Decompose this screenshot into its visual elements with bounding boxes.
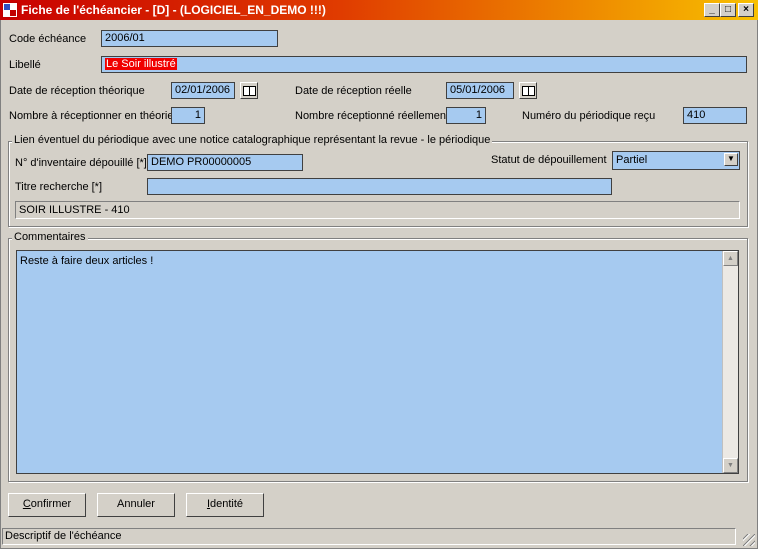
status-bar: Descriptif de l'échéance <box>2 528 736 545</box>
statut-select[interactable]: Partiel ▼ <box>612 151 740 170</box>
calendar-reelle-button[interactable] <box>519 82 537 99</box>
numero-periodique-label: Numéro du périodique reçu <box>522 110 656 122</box>
libelle-label: Libellé <box>9 59 41 71</box>
commentaires-text: Reste à faire deux articles ! <box>20 255 154 267</box>
code-echeance-label: Code échéance <box>9 33 87 45</box>
statut-value: Partiel <box>616 154 648 166</box>
chevron-down-icon[interactable]: ▼ <box>724 153 738 166</box>
numero-periodique-field[interactable]: 410 <box>683 107 747 124</box>
inventaire-label: N° d'inventaire dépouillé [*] <box>15 157 147 169</box>
resize-grip-icon[interactable] <box>743 534 755 546</box>
date-theorique-field[interactable]: 02/01/2006 <box>171 82 235 99</box>
date-theorique-label: Date de réception théorique <box>9 85 145 97</box>
maximize-button[interactable]: □ <box>720 3 736 17</box>
confirmer-accel: C <box>22 498 31 510</box>
identite-button[interactable]: Identité <box>186 493 264 517</box>
nombre-reel-field[interactable]: 1 <box>446 107 486 124</box>
statut-label: Statut de dépouillement <box>491 154 607 166</box>
titre-field[interactable] <box>147 178 612 195</box>
annuler-button[interactable]: Annuler <box>97 493 175 517</box>
commentaires-textarea[interactable]: Reste à faire deux articles ! ▲ ▼ <box>16 250 739 474</box>
close-button[interactable]: × <box>738 3 754 17</box>
calendar-theorique-button[interactable] <box>240 82 258 99</box>
libelle-field[interactable]: Le Soir illustré <box>101 56 747 73</box>
nombre-reel-label: Nombre réceptionné réellement <box>295 110 450 122</box>
calendar-icon-page <box>528 86 535 96</box>
inventaire-field[interactable]: DEMO PR00000005 <box>147 154 303 171</box>
scroll-up-icon[interactable]: ▲ <box>723 251 738 266</box>
notice-info: SOIR ILLUSTRE - 410 <box>15 201 740 219</box>
title-bar[interactable]: Fiche de l'échéancier - [D] - (LOGICIEL_… <box>0 0 758 20</box>
vertical-scrollbar[interactable]: ▲ ▼ <box>722 251 738 473</box>
minimize-button[interactable]: _ <box>704 3 720 17</box>
nombre-theorie-label: Nombre à réceptionner en théorie <box>9 110 174 122</box>
commentaires-legend: Commentaires <box>12 231 88 243</box>
calendar-icon-page <box>249 86 256 96</box>
confirmer-button[interactable]: Confirmer <box>8 493 86 517</box>
lien-legend: Lien éventuel du périodique avec une not… <box>12 134 493 146</box>
window-title: Fiche de l'échéancier - [D] - (LOGICIEL_… <box>21 3 326 17</box>
confirmer-label: onfirmer <box>30 498 72 510</box>
identite-label: dentité <box>210 498 244 510</box>
libelle-value: Le Soir illustré <box>105 58 177 70</box>
app-icon[interactable] <box>2 2 18 18</box>
scroll-down-icon[interactable]: ▼ <box>723 458 738 473</box>
date-reelle-field[interactable]: 05/01/2006 <box>446 82 514 99</box>
date-reelle-label: Date de réception réelle <box>295 85 412 97</box>
titre-label: Titre recherche [*] <box>15 181 103 193</box>
nombre-theorie-field[interactable]: 1 <box>171 107 205 124</box>
code-echeance-field[interactable]: 2006/01 <box>101 30 278 47</box>
